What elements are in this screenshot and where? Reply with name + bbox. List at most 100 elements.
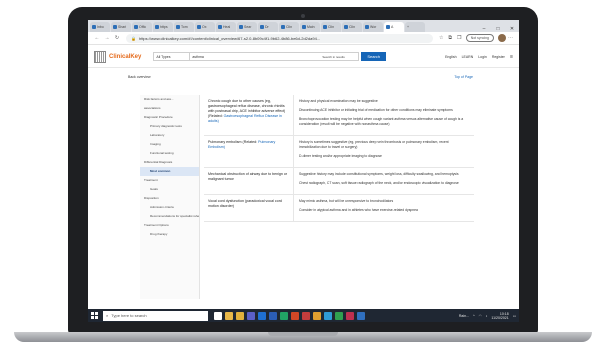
volume-icon[interactable]: ♪ bbox=[486, 314, 488, 318]
outlook-icon[interactable] bbox=[258, 311, 266, 320]
task-view-icon[interactable] bbox=[214, 311, 222, 320]
powerpoint-icon[interactable] bbox=[291, 311, 299, 320]
notes-cell: May mimic asthma, but will be unresponsi… bbox=[294, 195, 474, 221]
app-icon[interactable] bbox=[302, 311, 310, 320]
top-of-page-link[interactable]: Top of Page bbox=[454, 75, 473, 79]
wifi-icon[interactable]: ◠ bbox=[479, 314, 482, 318]
toc-item[interactable]: Treatment Options bbox=[140, 221, 199, 230]
taskbar-search-placeholder: Type here to search bbox=[111, 313, 147, 318]
browser-tab[interactable]: Offic bbox=[132, 22, 152, 32]
toc-item[interactable]: Diagnostic Procedure bbox=[140, 113, 199, 122]
browser-tab[interactable]: Clin bbox=[321, 22, 341, 32]
toc-item[interactable]: Risk factors and ass... bbox=[140, 95, 199, 104]
tab-label: Clin bbox=[286, 25, 293, 29]
profile-avatar[interactable] bbox=[498, 34, 506, 42]
condition-text: Mechanical obstruction of airway due to … bbox=[208, 172, 288, 181]
note-text: May mimic asthma, but will be unresponsi… bbox=[299, 199, 394, 203]
note-text: Chest radiograph, CT scan, soft tissue r… bbox=[299, 181, 459, 185]
app-icon[interactable] bbox=[335, 311, 343, 320]
notification-icon[interactable]: ▭ bbox=[513, 314, 516, 318]
browser-tab[interactable]: https bbox=[153, 22, 173, 32]
browser-tab[interactable]: Sear bbox=[237, 22, 257, 32]
tab-label: Tom bbox=[181, 25, 188, 29]
toc-item[interactable]: Recommendations for specialist referral bbox=[140, 212, 199, 221]
browser-tab[interactable]: Tom bbox=[174, 22, 194, 32]
collections-icon[interactable]: ❒ bbox=[455, 35, 464, 41]
more-icon[interactable]: ⋯ bbox=[506, 35, 515, 41]
toc-item[interactable]: Admission criteria bbox=[140, 203, 199, 212]
browser-tab[interactable]: Clin bbox=[342, 22, 362, 32]
toc-item[interactable]: Laboratory bbox=[140, 131, 199, 140]
chrome-icon[interactable] bbox=[225, 311, 233, 320]
toc-item[interactable]: Imaging bbox=[140, 140, 199, 149]
word-icon[interactable] bbox=[269, 311, 277, 320]
laptop-screen: Inbo Shari Offic https Tom Ox Heal Sear Dr Clin Ma… bbox=[88, 20, 519, 322]
header-link[interactable]: LEARN bbox=[462, 55, 474, 59]
logo-text[interactable]: ClinicalKey bbox=[109, 54, 141, 60]
condition-text: Vocal cord dysfunction (paradoxical voca… bbox=[208, 199, 282, 208]
tab-favicon-icon bbox=[155, 25, 159, 29]
app-icon[interactable] bbox=[346, 311, 354, 320]
browser-tab[interactable]: Ox bbox=[195, 22, 215, 32]
note-text: Bronchoprovocation testing may be helpfu… bbox=[299, 117, 464, 126]
browser-tab[interactable]: Main bbox=[300, 22, 320, 32]
toc-item[interactable]: Differential Diagnosis bbox=[140, 158, 199, 167]
note-text: Suggestive history may include constitut… bbox=[299, 172, 459, 176]
toc-item[interactable]: Drug therapy bbox=[140, 230, 199, 239]
extensions-icon[interactable]: ⧉ bbox=[446, 35, 455, 41]
search-button[interactable]: Search bbox=[361, 52, 387, 61]
toc-item[interactable]: associations bbox=[140, 104, 199, 113]
browser-tab[interactable]: Dr bbox=[258, 22, 278, 32]
browser-tab[interactable]: Inbo bbox=[90, 22, 110, 32]
header-link[interactable]: ☰ bbox=[510, 55, 513, 59]
windows-start-icon[interactable] bbox=[91, 312, 98, 319]
sync-button[interactable]: Not syncing bbox=[465, 34, 494, 42]
toc-item[interactable]: Most common bbox=[140, 167, 199, 176]
explorer-icon[interactable] bbox=[236, 311, 244, 320]
search-bar: All Types asthma Search in results bbox=[153, 52, 360, 61]
star-icon[interactable]: ☆ bbox=[437, 35, 446, 41]
browser-tab[interactable]: Heal bbox=[216, 22, 236, 32]
teams-icon[interactable] bbox=[247, 311, 255, 320]
app-icon[interactable] bbox=[313, 311, 321, 320]
tab-label: Sear bbox=[244, 25, 252, 29]
new-tab-button[interactable]: + bbox=[405, 22, 425, 32]
search-input[interactable]: asthma bbox=[190, 53, 320, 60]
forward-arrow-icon[interactable]: → bbox=[102, 35, 112, 41]
back-arrow-icon[interactable]: ← bbox=[92, 35, 102, 41]
laptop-notch bbox=[268, 332, 338, 336]
tab-label: Wor bbox=[370, 25, 377, 29]
toc-item[interactable]: Functional testing bbox=[140, 149, 199, 158]
header-link[interactable]: English bbox=[445, 55, 456, 59]
header-link[interactable]: Register bbox=[492, 55, 505, 59]
toc-item[interactable]: Primary diagnostic tests bbox=[140, 122, 199, 131]
back-link[interactable]: Back overview bbox=[128, 75, 151, 79]
tab-label: Ox bbox=[202, 25, 207, 29]
app-icon[interactable] bbox=[357, 311, 365, 320]
weather-label[interactable]: Rain... bbox=[459, 314, 469, 318]
excel-icon[interactable] bbox=[280, 311, 288, 320]
browser-tab[interactable]: A bbox=[384, 22, 404, 32]
browser-tab[interactable]: Wor bbox=[363, 22, 383, 32]
header-link[interactable]: Login bbox=[478, 55, 487, 59]
table-row: Vocal cord dysfunction (paradoxical voca… bbox=[204, 195, 474, 222]
tab-label: Heal bbox=[223, 25, 231, 29]
table-row: Pulmonary embolism (Related: Pulmonary E… bbox=[204, 136, 474, 168]
search-within-checkbox[interactable]: Search in results bbox=[320, 53, 358, 60]
app-icon[interactable] bbox=[324, 311, 332, 320]
toc-item[interactable]: Disposition bbox=[140, 194, 199, 203]
toc-item[interactable]: Treatment bbox=[140, 176, 199, 185]
reload-icon[interactable]: ↻ bbox=[112, 35, 122, 41]
clinicalkey-logo-icon[interactable] bbox=[94, 50, 106, 63]
toc-item[interactable]: Goals bbox=[140, 185, 199, 194]
page-topbar: Back overview Top of Page bbox=[128, 75, 473, 79]
tab-label: A bbox=[391, 25, 394, 29]
taskbar-search-input[interactable]: ⌕ Type here to search bbox=[103, 310, 208, 321]
clock[interactable]: 10:18 11/20/2021 bbox=[491, 312, 508, 320]
chevron-up-icon[interactable]: ^ bbox=[473, 314, 475, 318]
browser-tab[interactable]: Clin bbox=[279, 22, 299, 32]
address-bar[interactable]: 🔒 https://www.clinicalkey.com/#!/content… bbox=[126, 33, 433, 43]
tab-label: https bbox=[160, 25, 168, 29]
search-type-select[interactable]: All Types bbox=[154, 53, 191, 60]
browser-tab[interactable]: Shari bbox=[111, 22, 131, 32]
